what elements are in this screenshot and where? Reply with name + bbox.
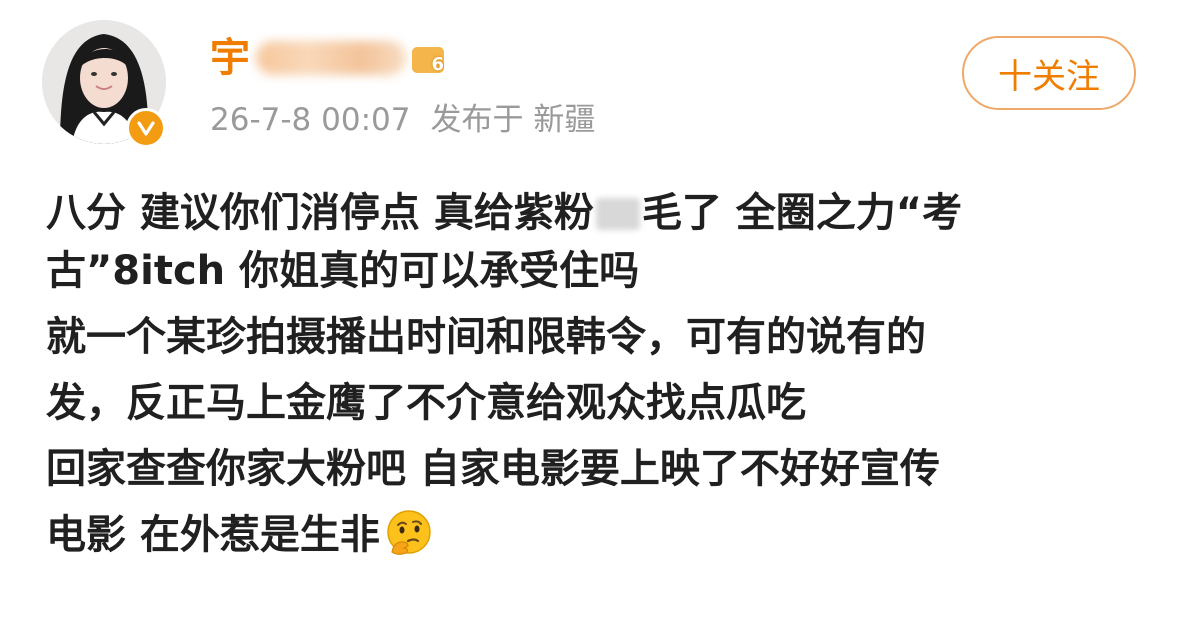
post-text-6: 电影 在外惹是生非	[46, 512, 380, 558]
username[interactable]: 宇	[210, 30, 250, 86]
level-badge-number: 6	[431, 54, 444, 75]
post-line-6: 电影 在外惹是生非	[46, 506, 1136, 564]
post-location: 发布于 新疆	[430, 102, 596, 138]
post-text-1a: 八分 建议你们消停点 真给紫粉	[46, 190, 594, 236]
post-line-4: 发，反正马上金鹰了不介意给观众找点瓜吃	[46, 380, 806, 426]
verified-badge-icon	[126, 108, 166, 148]
post-line-2: 古”8itch 你姐真的可以承受住吗	[46, 248, 640, 294]
user-row: 宇 6	[210, 30, 446, 86]
post-timestamp: 26-7-8 00:07	[210, 102, 411, 138]
post-meta: 26-7-8 00:07 发布于 新疆	[210, 98, 615, 142]
post-text-1b: 毛了 全圈之力“考	[641, 190, 963, 236]
post-line-5: 回家查查你家大粉吧 自家电影要上映了不好好宣传	[46, 446, 940, 492]
user-level-badge-icon: 6	[410, 41, 446, 75]
redacted-text	[595, 198, 640, 230]
follow-button[interactable]: 十关注	[962, 36, 1136, 110]
post-content: 八分 建议你们消停点 真给紫粉 毛了 全圈之力“考 古”8itch 你姐真的可以承…	[46, 184, 1136, 564]
thinking-face-icon	[384, 508, 434, 558]
post-line-3: 就一个某珍拍摄播出时间和限韩令，可有的说有的	[46, 314, 926, 360]
post-line-1: 八分 建议你们消停点 真给紫粉 毛了 全圈之力“考	[46, 184, 1136, 242]
username-redacted	[256, 41, 406, 75]
